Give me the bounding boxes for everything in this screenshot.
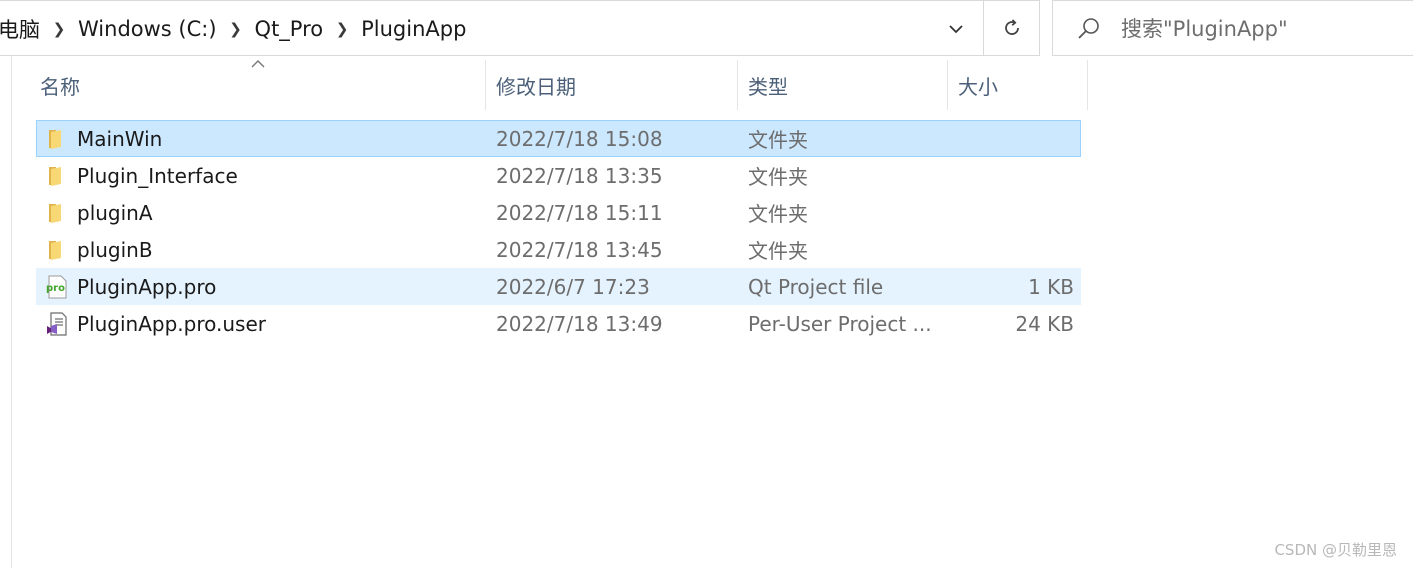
file-type: 文件夹 (748, 202, 808, 226)
file-list: MainWin 2022/7/18 15:08 文件夹 Plugin_Inter… (36, 120, 1081, 342)
chevron-right-icon[interactable]: ❯ (325, 20, 359, 38)
file-name: MainWin (77, 126, 163, 151)
column-header-name[interactable]: 名称 (36, 60, 486, 110)
file-row[interactable]: MainWin 2022/7/18 15:08 文件夹 (36, 120, 1081, 157)
refresh-icon (1004, 19, 1019, 35)
file-name: pluginA (77, 200, 153, 225)
file-type: Qt Project file (748, 274, 884, 299)
column-header-type[interactable]: 类型 (738, 60, 948, 110)
folder-icon (49, 167, 61, 186)
user-project-file-icon (47, 312, 67, 336)
file-name: Plugin_Interface (77, 163, 238, 188)
file-type: 文件夹 (748, 128, 808, 152)
file-type: 文件夹 (748, 165, 808, 189)
search-icon (1075, 15, 1103, 43)
file-row[interactable]: pluginB 2022/7/18 13:45 文件夹 (36, 231, 1081, 268)
file-date: 2022/7/18 13:35 (496, 163, 663, 188)
file-date: 2022/7/18 13:49 (496, 311, 663, 336)
column-header-row: 名称 修改日期 类型 大小 (36, 60, 1088, 110)
folder-icon (49, 204, 61, 223)
navigation-bar: 电脑 ❯ Windows (C:) ❯ Qt_Pro ❯ PluginApp (0, 0, 1413, 56)
column-header-size-label: 大小 (958, 74, 998, 99)
search-box[interactable] (1052, 0, 1413, 56)
breadcrumb: 电脑 ❯ Windows (C:) ❯ Qt_Pro ❯ PluginApp (0, 1, 468, 57)
file-size: 1 KB (1028, 274, 1074, 299)
file-date: 2022/7/18 13:45 (496, 237, 663, 262)
breadcrumb-item-qt-pro[interactable]: Qt_Pro (253, 17, 326, 41)
column-header-type-label: 类型 (748, 74, 788, 99)
sort-up-icon (251, 60, 265, 68)
breadcrumb-item-pc[interactable]: 电脑 (0, 14, 42, 44)
svg-text:pro: pro (46, 283, 65, 294)
column-header-date-label: 修改日期 (496, 74, 576, 99)
chevron-right-icon[interactable]: ❯ (42, 20, 76, 38)
file-name: pluginB (77, 237, 153, 262)
breadcrumb-item-pluginapp[interactable]: PluginApp (359, 17, 468, 41)
navigation-pane-edge (0, 56, 12, 568)
folder-icon (49, 241, 61, 260)
file-size: 24 KB (1015, 311, 1074, 336)
folder-icon (49, 130, 61, 149)
column-header-size[interactable]: 大小 (948, 60, 1088, 110)
file-row[interactable]: pro PluginApp.pro 2022/6/7 17:23 Qt Proj… (36, 268, 1081, 305)
column-header-name-label: 名称 (40, 74, 80, 99)
file-row[interactable]: PluginApp.pro.user 2022/7/18 13:49 Per-U… (36, 305, 1081, 342)
refresh-button[interactable] (984, 0, 1040, 56)
address-history-button[interactable] (932, 9, 980, 49)
address-bar[interactable]: 电脑 ❯ Windows (C:) ❯ Qt_Pro ❯ PluginApp (0, 0, 984, 56)
file-name: PluginApp.pro.user (77, 311, 266, 336)
chevron-down-icon (949, 25, 963, 34)
qt-pro-file-icon: pro (46, 275, 67, 299)
file-row[interactable]: Plugin_Interface 2022/7/18 13:35 文件夹 (36, 157, 1081, 194)
file-date: 2022/7/18 15:11 (496, 200, 663, 225)
column-header-date[interactable]: 修改日期 (486, 60, 738, 110)
file-date: 2022/6/7 17:23 (496, 274, 650, 299)
search-input[interactable] (1121, 13, 1401, 45)
chevron-right-icon[interactable]: ❯ (219, 20, 253, 38)
watermark: CSDN @贝勒里恩 (1274, 541, 1397, 559)
breadcrumb-item-drive[interactable]: Windows (C:) (76, 17, 219, 41)
file-name: PluginApp.pro (77, 274, 217, 299)
file-row[interactable]: pluginA 2022/7/18 15:11 文件夹 (36, 194, 1081, 231)
file-date: 2022/7/18 15:08 (496, 126, 663, 151)
file-type: Per-User Project ... (748, 311, 932, 336)
file-type: 文件夹 (748, 239, 808, 263)
